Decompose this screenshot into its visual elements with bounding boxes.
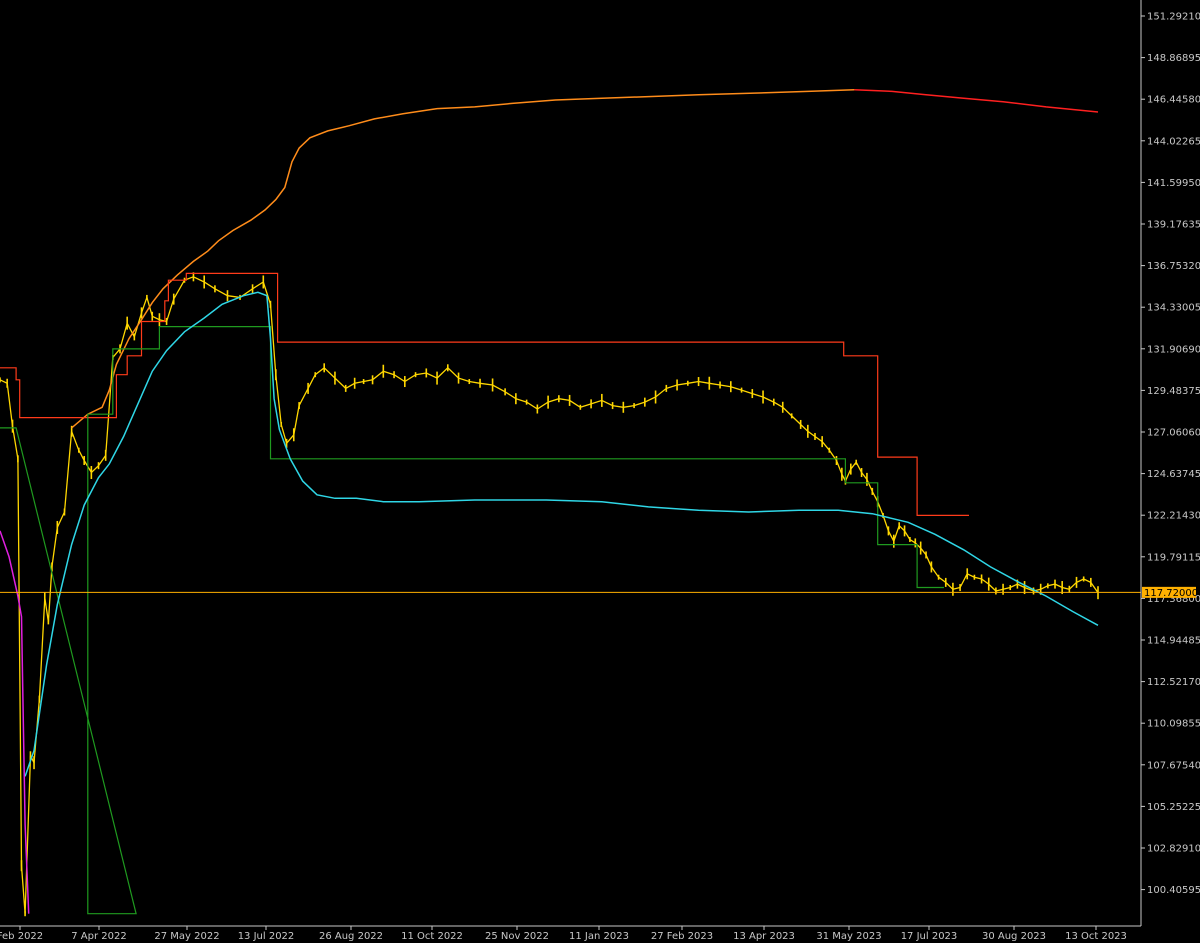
chart-background <box>0 0 1200 943</box>
current-price-label: 117.72000 <box>1144 588 1198 599</box>
price-tick-label: 141.59950 <box>1147 178 1200 189</box>
time-tick-label: 11 Jan 2023 <box>569 931 629 942</box>
price-tick-label: 112.52170 <box>1147 677 1200 688</box>
price-tick-label: 144.02265 <box>1147 136 1200 147</box>
price-tick-label: 127.06060 <box>1147 428 1200 439</box>
price-tick-label: 110.09855 <box>1147 719 1200 730</box>
price-chart[interactable]: 151.29210 148.86895 146.44580 144.02265 141.… <box>0 0 1200 943</box>
time-tick-label: 17 Jul 2023 <box>901 931 958 942</box>
time-tick-label: 27 Feb 2023 <box>651 931 713 942</box>
price-tick-label: 105.25225 <box>1147 802 1200 813</box>
time-tick-label: Feb 2022 <box>0 931 43 942</box>
time-tick-label: 27 May 2022 <box>154 931 219 942</box>
price-tick-label: 146.44580 <box>1147 95 1200 106</box>
price-tick-label: 102.82910 <box>1147 844 1200 855</box>
price-tick-label: 124.63745 <box>1147 469 1200 480</box>
time-tick-label: 30 Aug 2023 <box>982 931 1046 942</box>
price-tick-label: 114.94485 <box>1147 636 1200 647</box>
price-tick-label: 151.29210 <box>1147 12 1200 23</box>
price-tick-label: 122.21430 <box>1147 511 1200 522</box>
time-tick-label: 13 Oct 2023 <box>1065 931 1127 942</box>
time-tick-label: 13 Jul 2022 <box>238 931 295 942</box>
time-tick-label: 7 Apr 2022 <box>71 931 126 942</box>
price-tick-label: 148.86895 <box>1147 53 1200 64</box>
time-tick-label: 31 May 2023 <box>816 931 881 942</box>
current-price-badge: 117.72000 <box>1142 586 1198 599</box>
price-tick-label: 119.79115 <box>1147 552 1200 563</box>
price-tick-label: 131.90690 <box>1147 344 1200 355</box>
time-tick-label: 26 Aug 2022 <box>319 931 383 942</box>
price-tick-label: 134.33005 <box>1147 303 1200 314</box>
time-tick-label: 11 Oct 2022 <box>401 931 463 942</box>
price-tick-label: 100.40595 <box>1147 885 1200 896</box>
price-tick-label: 129.48375 <box>1147 386 1200 397</box>
price-tick-label: 107.67540 <box>1147 760 1200 771</box>
price-tick-label: 136.75320 <box>1147 261 1200 272</box>
time-tick-label: 13 Apr 2023 <box>733 931 795 942</box>
time-tick-label: 25 Nov 2022 <box>485 931 549 942</box>
price-tick-label: 139.17635 <box>1147 220 1200 231</box>
